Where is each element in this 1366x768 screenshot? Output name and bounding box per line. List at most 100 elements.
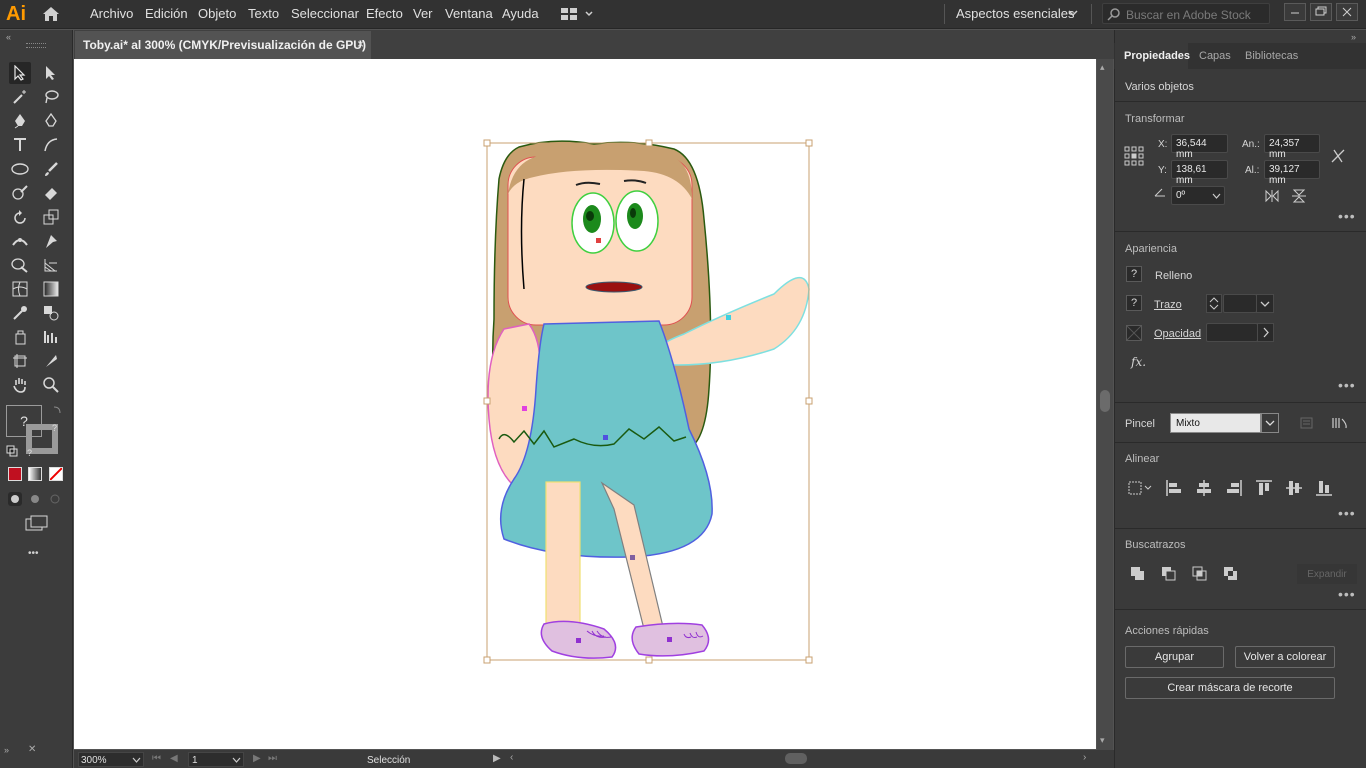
align-more-button[interactable]: ••• <box>1338 505 1356 521</box>
direct-selection-tool-icon[interactable] <box>40 62 62 84</box>
scroll-left-icon[interactable]: ‹ <box>510 752 513 763</box>
workspace-switcher[interactable]: Aspectos esenciales <box>956 6 1075 21</box>
edit-toolbar-button[interactable]: ••• <box>28 548 39 559</box>
recolor-button[interactable]: Volver a colorear <box>1235 646 1335 668</box>
type-tool-icon[interactable] <box>9 134 31 156</box>
first-artboard-icon[interactable]: ⏮ <box>152 753 161 764</box>
horizontal-scroll-thumb[interactable] <box>785 753 807 764</box>
constrain-proportions-icon[interactable] <box>1330 148 1346 167</box>
lasso-tool-icon[interactable] <box>40 86 62 108</box>
menu-objeto[interactable]: Objeto <box>198 6 236 21</box>
scale-tool-icon[interactable] <box>40 206 62 228</box>
align-vertical-center-icon[interactable] <box>1285 479 1303 500</box>
align-to-selection-icon[interactable] <box>1127 479 1153 500</box>
reference-point-icon[interactable] <box>1124 146 1144 169</box>
y-position-field[interactable]: 138,61 mm <box>1171 160 1228 186</box>
grip-icon[interactable] <box>26 43 46 48</box>
height-field[interactable]: 39,127 mm <box>1264 160 1320 186</box>
opacity-menu-button[interactable] <box>1257 323 1274 342</box>
eyedropper-tool-icon[interactable] <box>9 302 31 324</box>
color-mode-icon[interactable] <box>8 467 22 481</box>
status-menu-icon[interactable]: ▶ <box>493 753 501 764</box>
menu-edicion[interactable]: Edición <box>145 6 188 21</box>
ellipse-tool-icon[interactable] <box>9 158 31 180</box>
shape-builder-tool-icon[interactable] <box>9 254 31 276</box>
default-fill-stroke-icon[interactable] <box>6 445 18 460</box>
scroll-up-icon[interactable]: ▴ <box>1100 62 1105 73</box>
last-artboard-icon[interactable]: ⏭ <box>268 753 277 764</box>
menu-texto[interactable]: Texto <box>248 6 279 21</box>
line-segment-tool-icon[interactable] <box>40 134 62 156</box>
stroke-weight-field[interactable] <box>1223 294 1257 313</box>
close-document-icon[interactable]: × <box>357 37 364 51</box>
swap-fill-stroke-icon[interactable] <box>52 405 62 418</box>
gradient-tool-icon[interactable] <box>40 278 62 300</box>
puppet-warp-tool-icon[interactable] <box>40 230 62 252</box>
left-leg[interactable] <box>545 481 581 635</box>
brush-libraries-icon[interactable] <box>1331 416 1349 433</box>
scroll-down-icon[interactable]: ▾ <box>1100 735 1105 746</box>
menu-ayuda[interactable]: Ayuda <box>502 6 539 21</box>
scroll-right-icon[interactable]: › <box>1083 752 1086 763</box>
opacity-field[interactable] <box>1206 323 1258 342</box>
hand-tool-icon[interactable] <box>9 374 31 396</box>
expand-icon[interactable]: » <box>4 745 9 755</box>
gradient-mode-icon[interactable] <box>28 467 42 481</box>
opacity-label[interactable]: Opacidad <box>1154 328 1201 340</box>
mesh-tool-icon[interactable] <box>9 278 31 300</box>
tab-bibliotecas[interactable]: Bibliotecas <box>1245 50 1298 62</box>
x-position-field[interactable]: 36,544 mm <box>1171 134 1228 160</box>
stroke-weight-dropdown[interactable] <box>1256 294 1274 313</box>
appearance-more-button[interactable]: ••• <box>1338 377 1356 393</box>
clipping-mask-button[interactable]: Crear máscara de recorte <box>1125 677 1335 699</box>
exclude-icon[interactable] <box>1223 566 1239 585</box>
align-right-icon[interactable] <box>1225 479 1243 500</box>
shaper-tool-icon[interactable] <box>9 182 31 204</box>
transform-more-button[interactable]: ••• <box>1338 208 1356 224</box>
align-horizontal-center-icon[interactable] <box>1195 479 1213 500</box>
expand-button[interactable]: Expandir <box>1297 564 1357 584</box>
chevron-down-icon[interactable] <box>232 755 241 767</box>
column-graph-tool-icon[interactable] <box>40 326 62 348</box>
collapse-icon[interactable]: « <box>6 32 11 42</box>
vertical-scroll-thumb[interactable] <box>1100 390 1110 412</box>
next-artboard-icon[interactable]: ▶ <box>253 753 261 764</box>
close-panel-icon[interactable]: ✕ <box>28 744 36 755</box>
zoom-tool-icon[interactable] <box>40 374 62 396</box>
draw-behind-icon[interactable] <box>28 492 42 506</box>
brush-options-icon[interactable] <box>1300 416 1314 433</box>
width-tool-icon[interactable] <box>9 230 31 252</box>
slice-tool-icon[interactable] <box>40 350 62 372</box>
pathfinder-more-button[interactable]: ••• <box>1338 586 1356 602</box>
close-window-button[interactable] <box>1336 3 1358 21</box>
align-left-icon[interactable] <box>1165 479 1183 500</box>
stroke-label[interactable]: Trazo <box>1154 299 1182 311</box>
artboard[interactable] <box>74 59 1096 749</box>
chevron-down-icon[interactable] <box>132 755 141 767</box>
menu-archivo[interactable]: Archivo <box>90 6 133 21</box>
chevron-down-icon[interactable] <box>1212 191 1221 203</box>
brush-select[interactable]: Mixto <box>1170 413 1261 433</box>
chevron-down-icon[interactable] <box>1068 8 1078 21</box>
magic-wand-tool-icon[interactable] <box>9 86 31 108</box>
paintbrush-tool-icon[interactable] <box>40 158 62 180</box>
align-top-icon[interactable] <box>1255 479 1273 500</box>
draw-inside-icon[interactable] <box>48 492 62 506</box>
collapse-panel-icon[interactable]: » <box>1351 32 1356 42</box>
menu-efecto[interactable]: Efecto <box>366 6 403 21</box>
tab-capas[interactable]: Capas <box>1199 50 1231 62</box>
menu-seleccionar[interactable]: Seleccionar <box>291 6 359 21</box>
blend-tool-icon[interactable] <box>40 302 62 324</box>
current-tool-status[interactable]: Selección <box>367 755 410 766</box>
selection-tool-icon[interactable] <box>9 62 31 84</box>
minimize-button[interactable] <box>1284 3 1306 21</box>
flip-vertical-icon[interactable] <box>1292 189 1308 206</box>
stroke-swatch[interactable]: ? <box>1126 295 1142 311</box>
artboard-tool-icon[interactable] <box>9 350 31 372</box>
curvature-tool-icon[interactable] <box>40 110 62 132</box>
none-mode-icon[interactable] <box>49 467 63 481</box>
home-icon[interactable] <box>40 5 62 23</box>
flip-horizontal-icon[interactable] <box>1264 189 1280 206</box>
stroke-weight-stepper[interactable] <box>1206 294 1222 313</box>
group-button[interactable]: Agrupar <box>1125 646 1224 668</box>
